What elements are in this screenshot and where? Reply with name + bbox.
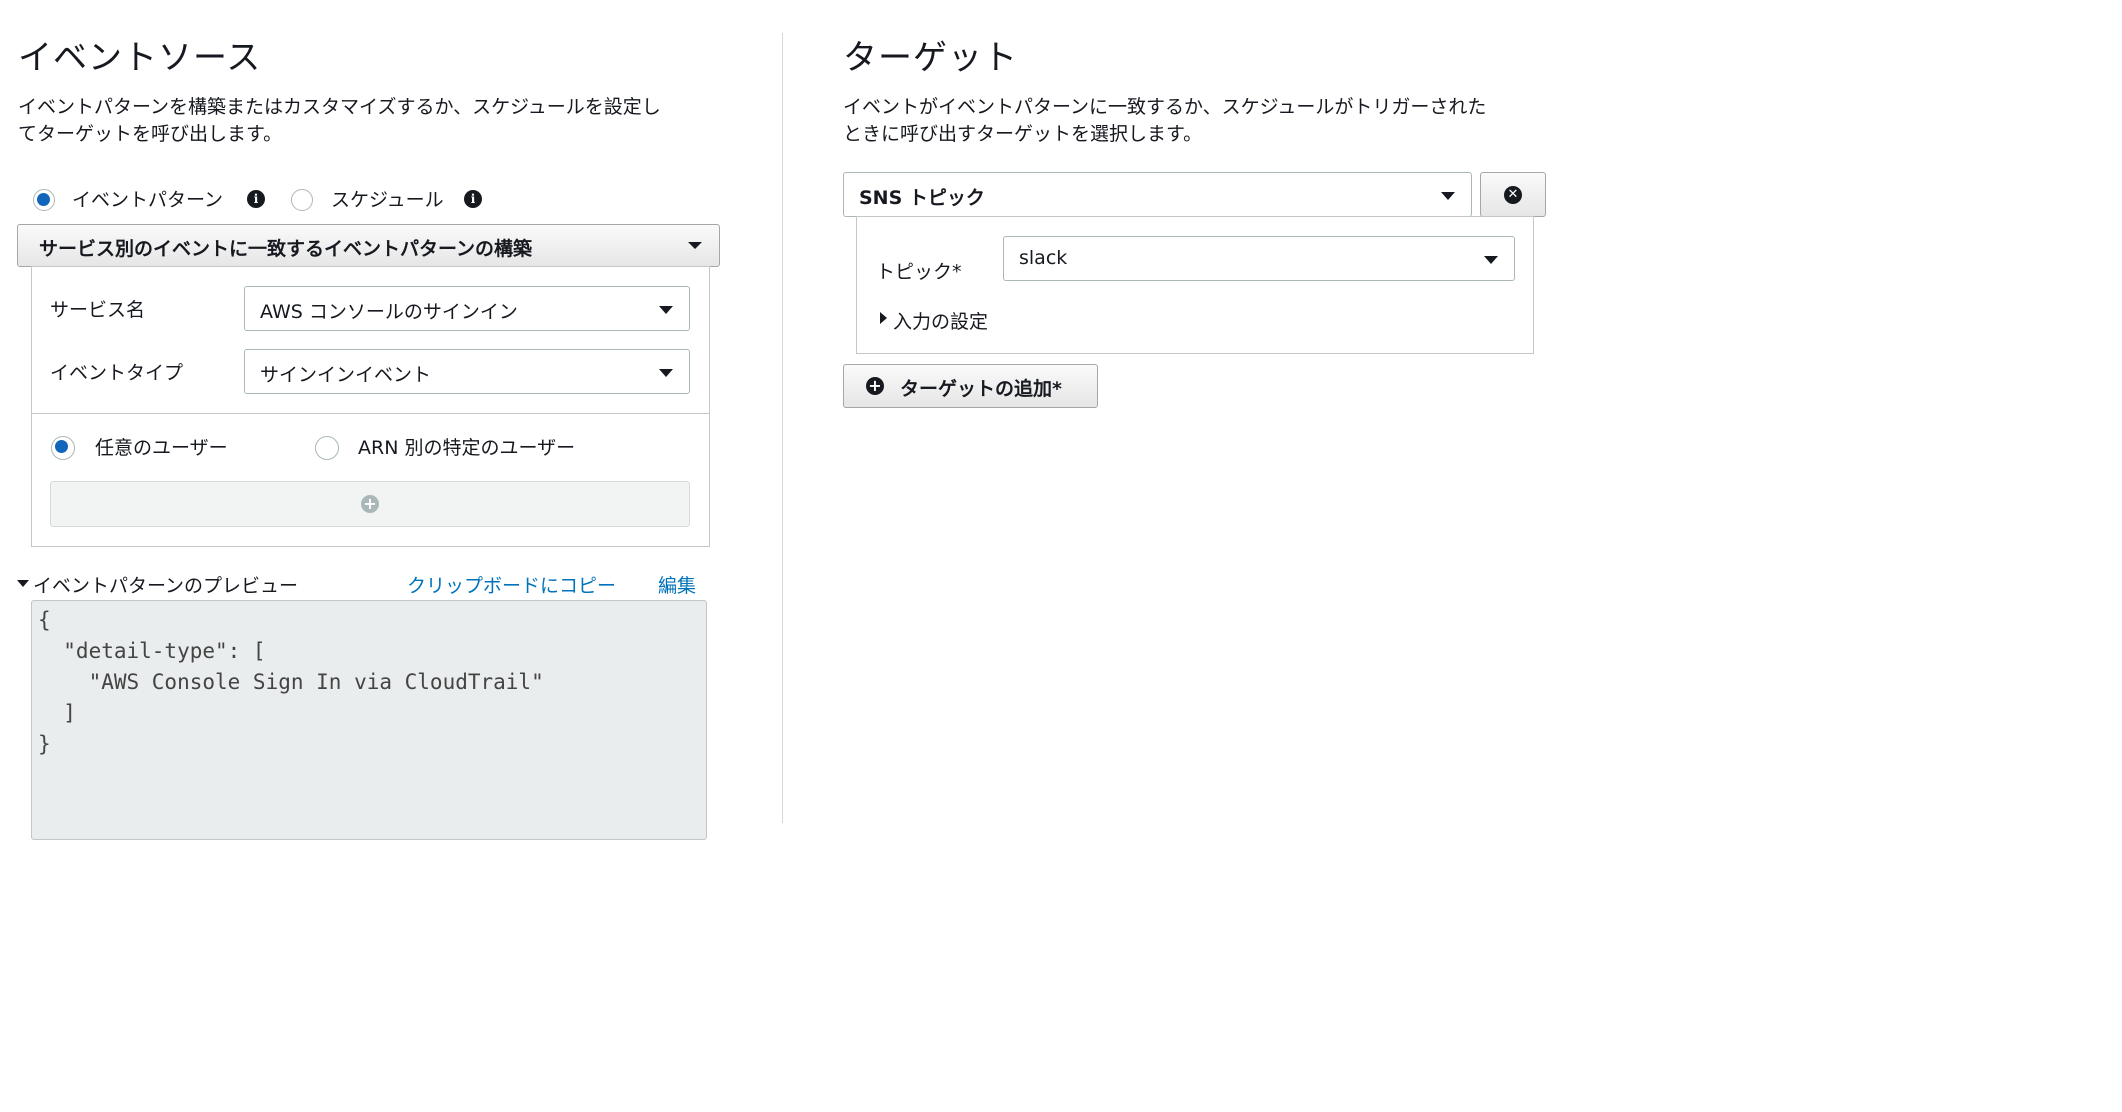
event-source-description-line1: イベントパターンを構築またはカスタマイズするか、スケジュールを設定し [18, 96, 661, 118]
plus-circle-icon: + [361, 495, 379, 513]
event-source-description: イベントパターンを構築またはカスタマイズするか、スケジュールを設定し てターゲッ… [18, 94, 661, 148]
code-line: "detail-type": [ [38, 639, 266, 663]
target-description-line2: ときに呼び出すターゲットを選択します。 [843, 123, 1203, 145]
target-type-value: SNS トピック [859, 187, 985, 209]
event-pattern-radio-label[interactable]: イベントパターン [72, 185, 223, 212]
topic-label: トピック* [876, 261, 962, 283]
add-target-button[interactable]: + ターゲットの追加* [843, 364, 1098, 408]
event-pattern-code-editor[interactable]: { "detail-type": [ "AWS Console Sign In … [31, 600, 707, 840]
copy-to-clipboard-link[interactable]: クリップボードにコピー [407, 571, 616, 598]
column-divider [782, 33, 783, 823]
panel-divider [32, 413, 709, 414]
collapse-icon[interactable] [17, 580, 29, 587]
code-line: "AWS Console Sign In via CloudTrail" [38, 670, 544, 694]
any-user-radio-label[interactable]: 任意のユーザー [95, 433, 228, 460]
schedule-info-icon[interactable]: i [464, 190, 482, 208]
event-type-label: イベントタイプ [50, 362, 184, 384]
service-name-label: サービス名 [50, 299, 146, 321]
target-description: イベントがイベントパターンに一致するか、スケジュールがトリガーされた ときに呼び… [843, 94, 1486, 148]
event-pattern-radio[interactable] [33, 189, 55, 211]
input-settings-toggle[interactable]: 入力の設定 [893, 307, 988, 334]
pattern-builder-dropdown[interactable]: サービス別のイベントに一致するイベントパターンの構築 [17, 224, 720, 267]
code-line: } [38, 732, 51, 756]
chevron-down-icon [659, 306, 673, 314]
target-description-line1: イベントがイベントパターンに一致するか、スケジュールがトリガーされた [843, 96, 1487, 118]
code-line: { [38, 608, 51, 632]
add-target-label: ターゲットの追加* [900, 378, 1062, 400]
close-icon: ✕ [1504, 186, 1522, 204]
chevron-down-icon [1441, 192, 1455, 200]
plus-circle-icon: + [866, 377, 884, 395]
topic-select[interactable]: slack [1003, 236, 1515, 281]
schedule-radio[interactable] [291, 189, 313, 211]
event-source-description-line2: てターゲットを呼び出します。 [18, 123, 283, 145]
event-source-title: イベントソース [18, 38, 262, 78]
chevron-down-icon [659, 369, 673, 377]
service-name-value: AWS コンソールのサインイン [260, 301, 518, 323]
target-type-select[interactable]: SNS トピック [843, 172, 1472, 217]
pattern-builder-label: サービス別のイベントに一致するイベントパターンの構築 [39, 238, 533, 260]
specific-user-radio-label[interactable]: ARN 別の特定のユーザー [358, 433, 575, 460]
event-type-select[interactable]: サインインイベント [244, 349, 690, 394]
schedule-radio-label[interactable]: スケジュール [331, 185, 444, 212]
service-name-select[interactable]: AWS コンソールのサインイン [244, 286, 690, 331]
expand-icon[interactable] [880, 312, 887, 324]
event-pattern-info-icon[interactable]: i [247, 190, 265, 208]
code-line: ] [38, 701, 76, 725]
event-type-value: サインインイベント [260, 364, 432, 386]
add-user-button[interactable]: + [50, 481, 690, 527]
remove-target-button[interactable]: ✕ [1480, 172, 1546, 217]
topic-value: slack [1019, 247, 1068, 269]
chevron-down-icon [1484, 256, 1498, 264]
chevron-down-icon [688, 242, 702, 249]
specific-user-radio[interactable] [315, 436, 339, 460]
any-user-radio[interactable] [51, 436, 75, 460]
preview-label[interactable]: イベントパターンのプレビュー [33, 571, 298, 598]
edit-link[interactable]: 編集 [658, 571, 696, 598]
target-title: ターゲット [843, 38, 1018, 78]
